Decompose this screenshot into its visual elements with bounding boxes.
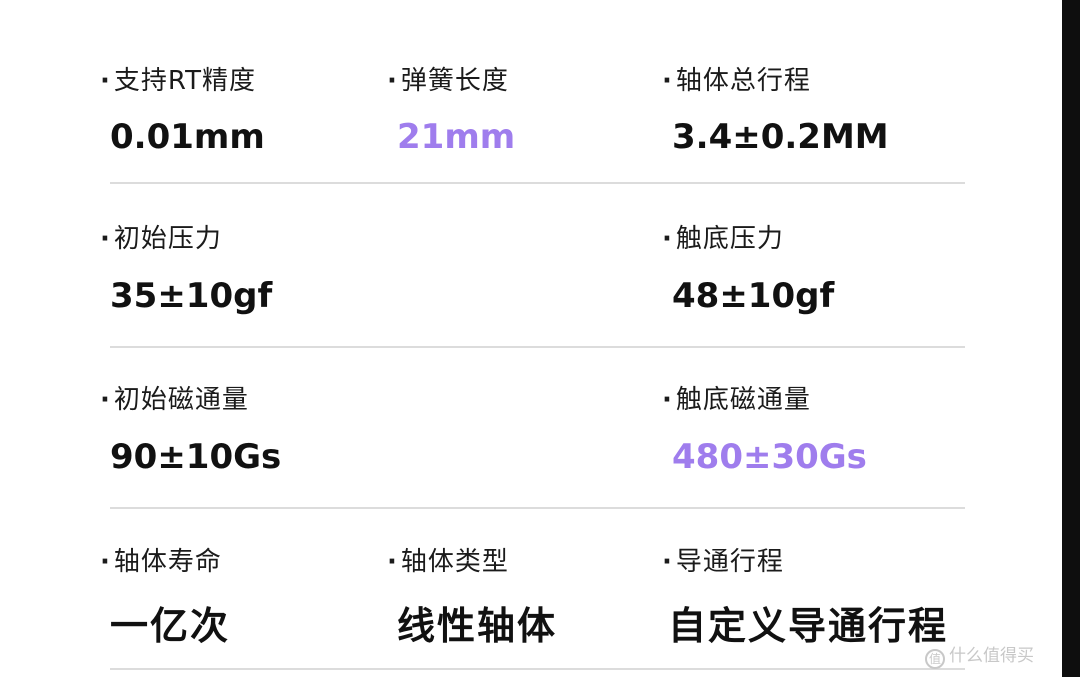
bullet-dot: · xyxy=(387,547,398,577)
bullet-dot: · xyxy=(100,224,111,254)
spec-label-total-travel: · 轴体总行程 xyxy=(662,66,811,96)
spec-label-bottom-flux: · 触底磁通量 xyxy=(662,385,811,415)
spec-value-switch-type: 线性轴体 xyxy=(397,604,558,648)
spec-value-lifespan: 一亿次 xyxy=(110,604,231,648)
bullet-dot: · xyxy=(662,385,673,415)
bullet-dot: · xyxy=(100,66,111,96)
bullet-dot: · xyxy=(100,385,111,415)
spec-value-spring-length: 21mm xyxy=(397,117,516,157)
spec-label-bottom-force: · 触底压力 xyxy=(662,224,784,254)
bullet-dot: · xyxy=(387,66,398,96)
spec-value-actuation-travel: 自定义导通行程 xyxy=(668,604,949,648)
spec-label-rt-precision: · 支持RT精度 xyxy=(100,66,256,96)
watermark-logo-icon: 值 xyxy=(925,649,945,669)
watermark: 值什么值得买 xyxy=(925,641,1034,669)
watermark-text: 什么值得买 xyxy=(949,646,1034,666)
spec-label-switch-type: · 轴体类型 xyxy=(387,547,509,577)
row-divider xyxy=(110,346,965,348)
bullet-dot: · xyxy=(662,224,673,254)
spec-value-rt-precision: 0.01mm xyxy=(110,117,265,157)
row-divider xyxy=(110,668,965,670)
spec-value-initial-force: 35±10gf xyxy=(110,276,273,316)
spec-label-spring-length: · 弹簧长度 xyxy=(387,66,509,96)
bullet-dot: · xyxy=(100,547,111,577)
spec-label-lifespan: · 轴体寿命 xyxy=(100,547,222,577)
bullet-dot: · xyxy=(662,547,673,577)
row-divider xyxy=(110,182,965,184)
spec-label-initial-flux: · 初始磁通量 xyxy=(100,385,249,415)
spec-value-initial-flux: 90±10Gs xyxy=(110,437,282,477)
bullet-dot: · xyxy=(662,66,673,96)
spec-value-bottom-flux: 480±30Gs xyxy=(672,437,867,477)
spec-label-actuation-travel: · 导通行程 xyxy=(662,547,784,577)
spec-sheet: · 支持RT精度 0.01mm · 弹簧长度 21mm · 轴体总行程 3.4±0.2… xyxy=(0,0,1062,677)
spec-label-initial-force: · 初始压力 xyxy=(100,224,222,254)
spec-value-bottom-force: 48±10gf xyxy=(672,276,835,316)
row-divider xyxy=(110,507,965,509)
right-edge-bar xyxy=(1062,0,1080,677)
spec-value-total-travel: 3.4±0.2MM xyxy=(672,117,889,157)
